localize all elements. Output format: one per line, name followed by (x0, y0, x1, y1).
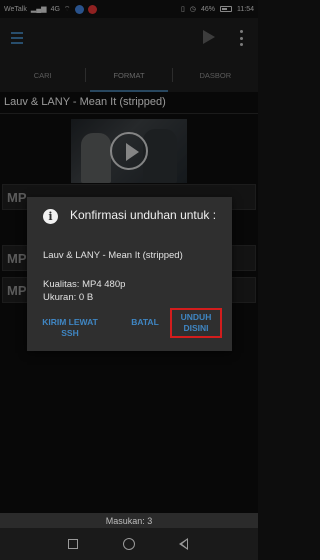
dialog-quality: Kualitas: MP4 480p (43, 279, 126, 290)
system-nav-bar (0, 528, 258, 560)
input-count-bar: Masukan: 3 (0, 513, 258, 528)
send-via-ssh-button[interactable]: KIRIM LEWAT SSH (35, 317, 105, 339)
dialog-title: Konfirmasi unduhan untuk : (70, 208, 217, 222)
dialog-video-name: Lauv & LANY - Mean It (stripped) (43, 250, 183, 261)
back-icon[interactable] (179, 538, 188, 550)
download-confirm-dialog: i Konfirmasi unduhan untuk : Lauv & LANY… (27, 197, 232, 351)
recents-icon[interactable] (68, 539, 78, 549)
info-icon: i (43, 209, 58, 224)
cancel-button[interactable]: BATAL (125, 317, 165, 328)
dialog-size: Ukuran: 0 B (43, 292, 94, 303)
home-icon[interactable] (123, 538, 135, 550)
input-count-label: Masukan: 3 (105, 515, 153, 526)
download-here-button[interactable]: UNDUH DISINI (170, 308, 222, 338)
